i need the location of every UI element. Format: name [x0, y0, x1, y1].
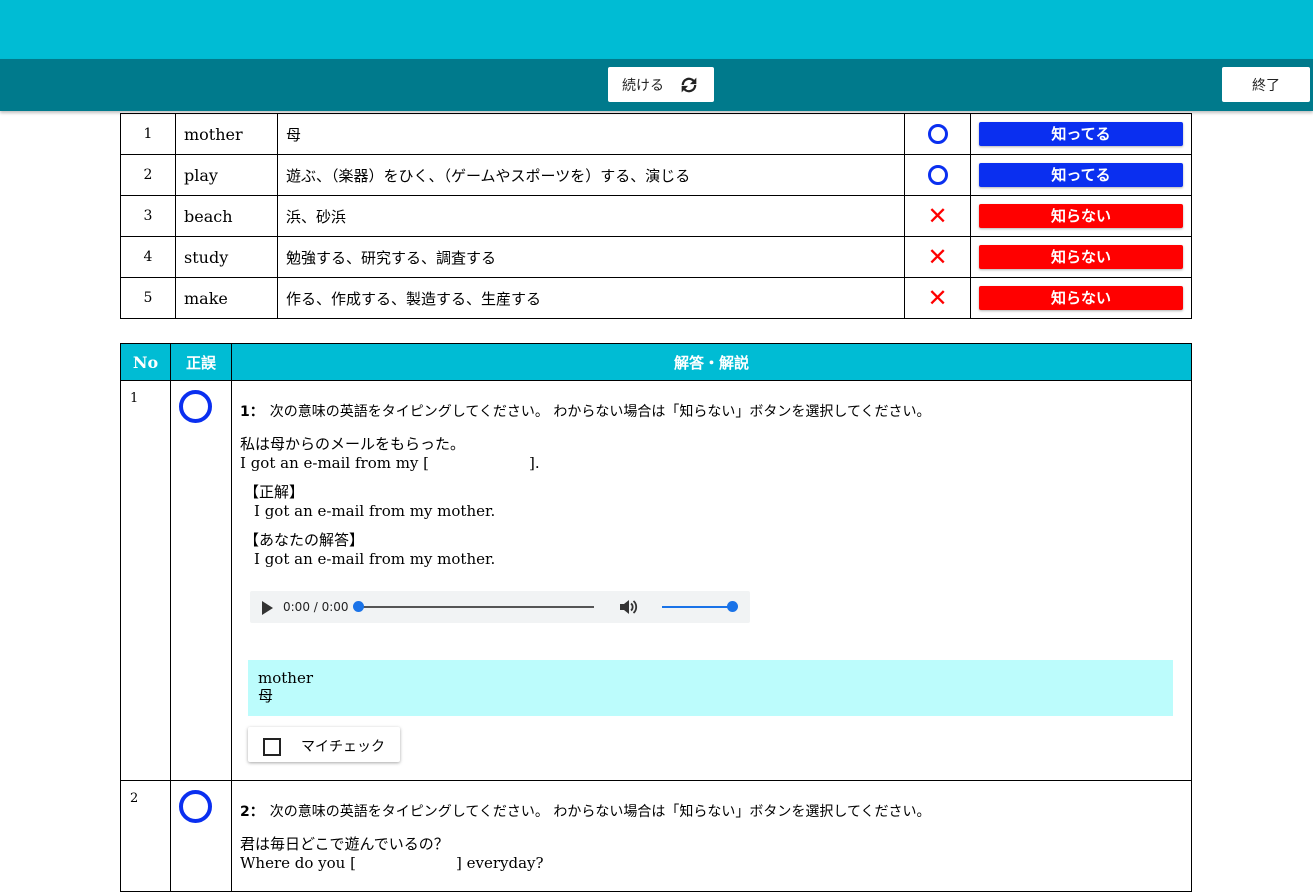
volume-icon[interactable] — [618, 598, 638, 616]
meaning: 遊ぶ、（楽器）をひく、（ゲームやスポーツを）する、演じる — [277, 154, 905, 196]
english-prefix: Where do you [ — [240, 854, 356, 872]
table-row: 4 study 勉強する、研究する、調査する ✕ 知らない — [120, 236, 1192, 278]
know-button[interactable]: 知ってる — [979, 122, 1183, 146]
correct-circle-icon — [179, 390, 212, 423]
end-button[interactable]: 終了 — [1222, 67, 1310, 102]
correct-circle-icon — [927, 124, 948, 145]
button-cell: 知らない — [970, 195, 1192, 237]
table-row: 5 make 作る、作成する、製造する、生産する ✕ 知らない — [120, 277, 1192, 319]
detail-result-cell — [170, 780, 232, 892]
end-label: 終了 — [1252, 77, 1280, 94]
question-instruction: 次の意味の英語をタイピングしてください。 わからない場合は「知らない」ボタンを選… — [269, 404, 931, 420]
correct-answer: I got an e-mail from my mother. — [254, 502, 496, 520]
row-number: 2 — [120, 154, 176, 196]
header-no: No — [120, 343, 171, 381]
summary-table: 1 mother 母 知ってる 2 play 遊ぶ、（楽器）をひく、（ゲームやス… — [120, 113, 1192, 319]
meaning: 作る、作成する、製造する、生産する — [277, 277, 905, 319]
button-cell: 知ってる — [970, 113, 1192, 155]
hint-meaning: 母 — [258, 687, 274, 705]
correct-label: 【正解】 — [244, 483, 305, 501]
button-cell: 知ってる — [970, 154, 1192, 196]
result-cell: ✕ — [904, 277, 971, 319]
question-index: 1： — [240, 404, 264, 420]
detail-no-cell: 2 — [120, 780, 171, 892]
result-cell — [904, 154, 971, 196]
your-answer: I got an e-mail from my mother. — [254, 550, 496, 568]
header-result: 正誤 — [170, 343, 232, 381]
question-title: 1： 次の意味の英語をタイピングしてください。 わからない場合は「知らない」ボタン… — [240, 401, 1173, 421]
question-number: 1 — [130, 391, 139, 406]
word: play — [175, 154, 278, 196]
row-number: 1 — [120, 113, 176, 155]
volume-knob[interactable] — [727, 601, 738, 612]
wrong-cross-icon: ✕ — [927, 202, 948, 230]
dont-know-button[interactable]: 知らない — [979, 245, 1183, 269]
word-hint-box: mother 母 — [248, 660, 1173, 716]
play-icon[interactable] — [262, 601, 273, 615]
detail-table: No 正誤 解答・解説 1 1： 次の意味の英語をタイピングしてください。 わから… — [120, 343, 1192, 892]
detail-header-row: No 正誤 解答・解説 — [120, 343, 1192, 381]
my-check-label: マイチェック — [301, 739, 385, 755]
continue-button[interactable]: 続ける — [608, 67, 714, 102]
row-number: 3 — [120, 195, 176, 237]
audio-progress-bar[interactable] — [357, 606, 594, 608]
header-answer: 解答・解説 — [231, 343, 1192, 381]
result-cell: ✕ — [904, 236, 971, 278]
detail-row: 2 2： 次の意味の英語をタイピングしてください。 わからない場合は「知らない」ボ… — [120, 780, 1192, 892]
detail-no-cell: 1 — [120, 380, 171, 781]
button-cell: 知らない — [970, 236, 1192, 278]
button-cell: 知らない — [970, 277, 1192, 319]
checkbox-icon[interactable] — [263, 738, 281, 756]
know-button[interactable]: 知ってる — [979, 163, 1183, 187]
dont-know-button[interactable]: 知らない — [979, 204, 1183, 228]
english-sentence: I got an e-mail from my []. — [240, 454, 1173, 473]
english-prefix: I got an e-mail from my [ — [240, 454, 430, 472]
refresh-icon — [681, 77, 697, 92]
volume-slider[interactable] — [662, 606, 733, 608]
table-row: 1 mother 母 知ってる — [120, 113, 1192, 155]
question-title: 2： 次の意味の英語をタイピングしてください。 わからない場合は「知らない」ボタン… — [240, 801, 1173, 821]
table-row: 2 play 遊ぶ、（楽器）をひく、（ゲームやスポーツを）する、演じる 知ってる — [120, 154, 1192, 196]
app-header — [0, 0, 1313, 59]
detail-answer-cell: 2： 次の意味の英語をタイピングしてください。 わからない場合は「知らない」ボタン… — [231, 780, 1192, 892]
meaning: 勉強する、研究する、調査する — [277, 236, 905, 278]
detail-answer-cell: 1： 次の意味の英語をタイピングしてください。 わからない場合は「知らない」ボタン… — [231, 380, 1192, 781]
row-number: 4 — [120, 236, 176, 278]
hint-word: mother — [258, 669, 313, 687]
my-check-button[interactable]: マイチェック — [248, 727, 400, 762]
question-number: 2 — [130, 791, 139, 806]
word: study — [175, 236, 278, 278]
correct-circle-icon — [927, 165, 948, 186]
nav-bar: 続ける 終了 — [0, 59, 1313, 111]
question-index: 2： — [240, 804, 264, 820]
question-instruction: 次の意味の英語をタイピングしてください。 わからない場合は「知らない」ボタンを選… — [269, 804, 931, 820]
dont-know-button[interactable]: 知らない — [979, 286, 1183, 310]
table-row: 3 beach 浜、砂浜 ✕ 知らない — [120, 195, 1192, 237]
word: beach — [175, 195, 278, 237]
japanese-sentence: 君は毎日どこで遊んでいるの？ — [240, 835, 449, 853]
result-cell — [904, 113, 971, 155]
detail-result-cell — [170, 380, 232, 781]
your-answer-label: 【あなたの解答】 — [244, 531, 365, 549]
detail-row: 1 1： 次の意味の英語をタイピングしてください。 わからない場合は「知らない」ボ… — [120, 380, 1192, 781]
wrong-cross-icon: ✕ — [927, 243, 948, 271]
word: mother — [175, 113, 278, 155]
correct-circle-icon — [179, 790, 212, 823]
meaning: 浜、砂浜 — [277, 195, 905, 237]
result-cell: ✕ — [904, 195, 971, 237]
row-number: 5 — [120, 277, 176, 319]
english-sentence: Where do you [ ] everyday? — [240, 854, 1173, 873]
english-suffix: ] everyday? — [455, 854, 544, 872]
audio-progress-knob[interactable] — [353, 601, 364, 612]
word: make — [175, 277, 278, 319]
wrong-cross-icon: ✕ — [927, 284, 948, 312]
audio-time: 0:00 / 0:00 — [283, 600, 349, 614]
audio-player: 0:00 / 0:00 — [250, 591, 750, 623]
japanese-sentence: 私は母からのメールをもらった。 — [240, 435, 466, 453]
continue-label: 続ける — [622, 77, 664, 94]
english-suffix: ]. — [529, 454, 540, 472]
meaning: 母 — [277, 113, 905, 155]
